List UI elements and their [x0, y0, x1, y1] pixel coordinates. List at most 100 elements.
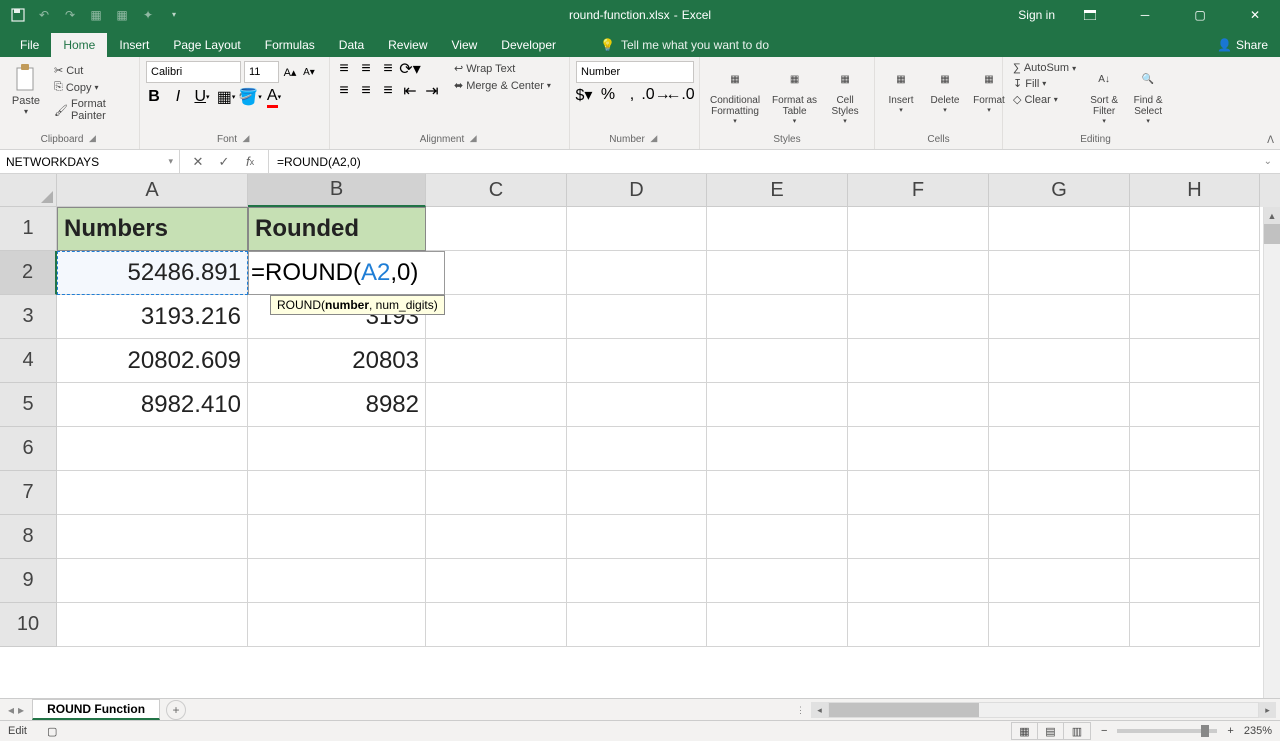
cell-H10[interactable] [1130, 603, 1260, 647]
enter-formula-button[interactable]: ✓ [214, 152, 234, 172]
page-layout-view-icon[interactable]: ▤ [1038, 723, 1064, 739]
formula-input[interactable]: =ROUND(A2,0) [269, 155, 1256, 169]
insert-cells-button[interactable]: ▦Insert▾ [881, 61, 921, 116]
collapse-ribbon-icon[interactable]: ᐱ [1267, 135, 1274, 146]
cell-E6[interactable] [707, 427, 848, 471]
cell-A6[interactable] [57, 427, 248, 471]
align-middle-icon[interactable]: ≡ [358, 61, 374, 77]
row-header-10[interactable]: 10 [0, 603, 57, 647]
scroll-grip-icon[interactable]: ⋮ [796, 705, 805, 716]
cell-D5[interactable] [567, 383, 707, 427]
tab-developer[interactable]: Developer [489, 33, 568, 57]
font-size-select[interactable] [244, 61, 279, 83]
wrap-text-button[interactable]: ↩Wrap Text [450, 61, 555, 76]
accounting-format-icon[interactable]: $▾ [576, 87, 592, 103]
col-header-C[interactable]: C [426, 174, 567, 207]
format-as-table-button[interactable]: ▦Format as Table▾ [768, 61, 821, 127]
cell-C10[interactable] [426, 603, 567, 647]
italic-button[interactable]: I [170, 89, 186, 105]
dialog-launcher-icon[interactable]: ◢ [467, 133, 479, 145]
align-center-icon[interactable]: ≡ [358, 83, 374, 99]
cell-A1[interactable]: Numbers [57, 207, 248, 251]
qat-icon-2[interactable]: ▦ [114, 7, 130, 23]
sheet-nav-prev-icon[interactable]: ◂ [8, 703, 14, 717]
cell-H5[interactable] [1130, 383, 1260, 427]
delete-cells-button[interactable]: ▦Delete▾ [925, 61, 965, 116]
save-icon[interactable] [10, 7, 26, 23]
col-header-G[interactable]: G [989, 174, 1130, 207]
row-header-8[interactable]: 8 [0, 515, 57, 559]
name-box[interactable]: NETWORKDAYS ▾ [0, 150, 180, 173]
expand-formula-bar-icon[interactable]: ⌄ [1256, 156, 1280, 167]
col-header-F[interactable]: F [848, 174, 989, 207]
cell-C8[interactable] [426, 515, 567, 559]
format-painter-button[interactable]: 🖌Format Painter [50, 97, 133, 123]
cell-D6[interactable] [567, 427, 707, 471]
cell-G7[interactable] [989, 471, 1130, 515]
row-header-9[interactable]: 9 [0, 559, 57, 603]
conditional-formatting-button[interactable]: ▦Conditional Formatting▾ [706, 61, 764, 127]
cut-button[interactable]: ✂Cut [50, 63, 133, 78]
cell-H2[interactable] [1130, 251, 1260, 295]
select-all-corner[interactable] [0, 174, 57, 207]
tab-view[interactable]: View [440, 33, 490, 57]
cell-E9[interactable] [707, 559, 848, 603]
cell-A4[interactable]: 20802.609 [57, 339, 248, 383]
cell-E3[interactable] [707, 295, 848, 339]
tab-review[interactable]: Review [376, 33, 439, 57]
cell-D8[interactable] [567, 515, 707, 559]
cell-D10[interactable] [567, 603, 707, 647]
cell-B9[interactable] [248, 559, 426, 603]
cell-H8[interactable] [1130, 515, 1260, 559]
copy-button[interactable]: ⎘Copy▾ [50, 80, 133, 95]
dialog-launcher-icon[interactable]: ◢ [86, 133, 98, 145]
dialog-launcher-icon[interactable]: ◢ [240, 133, 252, 145]
merge-center-button[interactable]: ⬌Merge & Center▾ [450, 78, 555, 93]
tab-formulas[interactable]: Formulas [253, 33, 327, 57]
underline-button[interactable]: U▾ [194, 89, 210, 105]
cell-F7[interactable] [848, 471, 989, 515]
cell-E7[interactable] [707, 471, 848, 515]
sheet-nav-next-icon[interactable]: ▸ [18, 703, 24, 717]
cell-A7[interactable] [57, 471, 248, 515]
vertical-scrollbar[interactable]: ▲ [1263, 207, 1280, 698]
cell-G8[interactable] [989, 515, 1130, 559]
share-button[interactable]: 👤 Share [1205, 33, 1280, 57]
scroll-up-icon[interactable]: ▲ [1264, 207, 1280, 224]
cell-B10[interactable] [248, 603, 426, 647]
tab-home[interactable]: Home [51, 33, 107, 57]
cell-C1[interactable] [426, 207, 567, 251]
ribbon-display-icon[interactable] [1070, 0, 1110, 29]
row-header-3[interactable]: 3 [0, 295, 57, 339]
align-top-icon[interactable]: ≡ [336, 61, 352, 77]
cell-B4[interactable]: 20803 [248, 339, 426, 383]
cell-G10[interactable] [989, 603, 1130, 647]
row-header-1[interactable]: 1 [0, 207, 57, 251]
normal-view-icon[interactable]: ▦ [1012, 723, 1038, 739]
cell-D4[interactable] [567, 339, 707, 383]
undo-icon[interactable]: ↶ [36, 7, 52, 23]
cell-F10[interactable] [848, 603, 989, 647]
cell-H1[interactable] [1130, 207, 1260, 251]
decrease-decimal-icon[interactable]: ←.0 [672, 87, 688, 103]
zoom-handle[interactable] [1201, 725, 1209, 737]
font-color-button[interactable]: A▾ [266, 89, 282, 105]
cell-F8[interactable] [848, 515, 989, 559]
col-header-A[interactable]: A [57, 174, 248, 207]
horizontal-scrollbar[interactable]: ⋮ ◂ ▸ [796, 702, 1276, 718]
macro-record-icon[interactable]: ▢ [47, 725, 57, 738]
col-header-B[interactable]: B [248, 174, 426, 207]
sign-in-button[interactable]: Sign in [1018, 8, 1055, 22]
cell-A10[interactable] [57, 603, 248, 647]
cell-A5[interactable]: 8982.410 [57, 383, 248, 427]
decrease-indent-icon[interactable]: ⇤ [402, 83, 418, 99]
scroll-thumb[interactable] [1264, 224, 1280, 244]
borders-button[interactable]: ▦▾ [218, 89, 234, 105]
scroll-left-icon[interactable]: ◂ [811, 702, 828, 718]
cell-E1[interactable] [707, 207, 848, 251]
cell-C6[interactable] [426, 427, 567, 471]
hscroll-thumb[interactable] [829, 703, 979, 717]
col-header-E[interactable]: E [707, 174, 848, 207]
increase-indent-icon[interactable]: ⇥ [424, 83, 440, 99]
comma-format-icon[interactable]: , [624, 87, 640, 103]
